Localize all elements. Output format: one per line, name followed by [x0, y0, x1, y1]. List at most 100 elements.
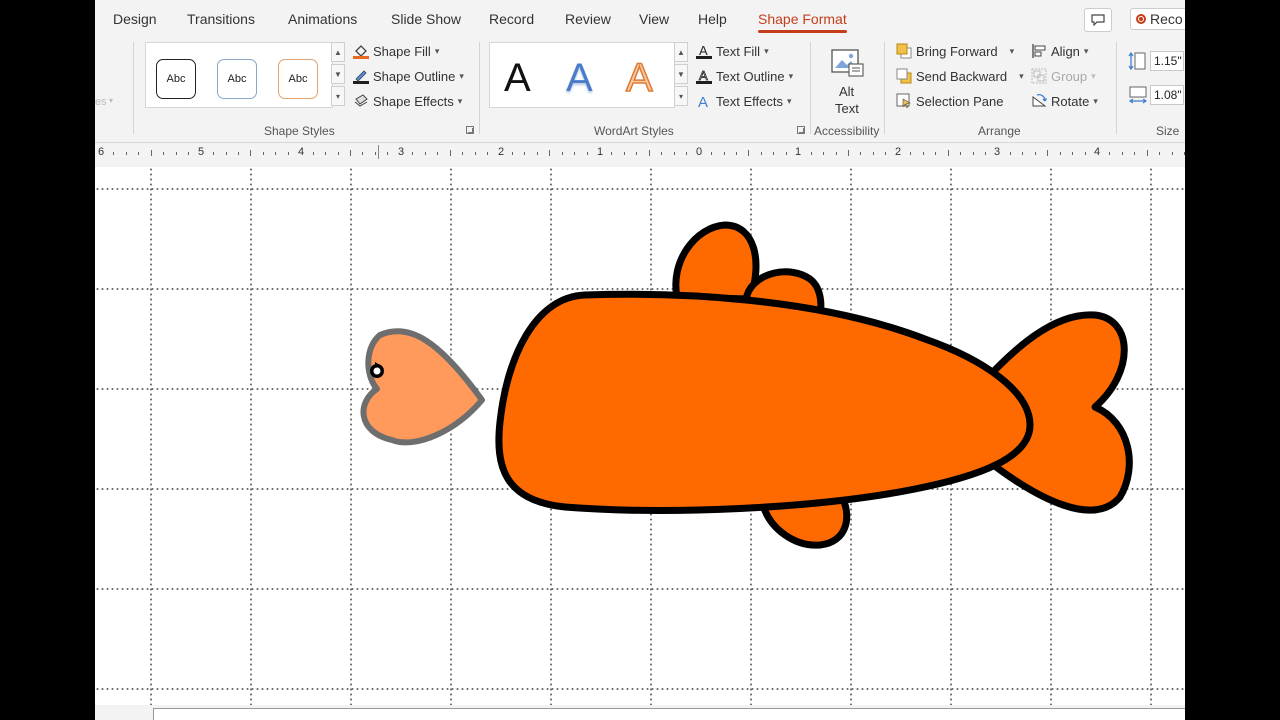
ruler-number: 2 [894, 146, 902, 158]
shape-height-input[interactable]: 1.15" [1150, 51, 1184, 71]
shape-style-preset-3[interactable]: Abc [278, 59, 318, 99]
comments-button[interactable] [1084, 8, 1112, 32]
ruler-tick [412, 151, 414, 155]
svg-text:A: A [699, 68, 708, 83]
tab-record[interactable]: Record [489, 11, 534, 27]
arrange-group-label: Arrange [978, 124, 1021, 138]
ruler-number: 1 [794, 146, 802, 158]
ruler-tick [437, 151, 439, 155]
fish-top-fin-left[interactable] [672, 221, 760, 303]
tab-help[interactable]: Help [698, 11, 727, 27]
tab-review[interactable]: Review [565, 11, 611, 27]
tab-slide-show[interactable]: Slide Show [391, 11, 461, 27]
ruler-tick [636, 151, 638, 155]
ruler-tick [1134, 151, 1136, 155]
wordart-scroll-down[interactable]: ▼ [674, 64, 688, 84]
ruler-tick [1059, 151, 1061, 155]
ruler-tick [711, 151, 713, 155]
ruler-tick [536, 151, 538, 155]
wordart-preset-1[interactable]: A [504, 56, 531, 101]
text-outline-button[interactable]: A Text Outline ▾ [696, 68, 793, 84]
ruler-tick [362, 151, 364, 155]
align-icon [1031, 43, 1047, 59]
ruler-tick [325, 151, 327, 155]
ruler-tick [1146, 150, 1148, 156]
ruler-tick [374, 151, 376, 155]
alt-text-label-line2: Text [835, 101, 859, 116]
horizontal-scrollbar[interactable] [95, 705, 1185, 720]
ruler-tick [1159, 151, 1161, 155]
ruler-tick [960, 151, 962, 155]
send-backward-icon [896, 68, 912, 84]
ruler-number: 4 [297, 146, 305, 158]
ruler-tick [574, 151, 576, 155]
gallery-scroll-up[interactable]: ▲ [331, 42, 345, 62]
slide-canvas[interactable] [95, 167, 1185, 705]
ruler-indent-marker[interactable] [378, 145, 379, 159]
ruler-tick [773, 151, 775, 155]
ruler-tick [150, 150, 152, 156]
record-button[interactable]: Reco [1130, 8, 1185, 30]
wordart-scroll-up[interactable]: ▲ [674, 42, 688, 62]
svg-text:A: A [699, 43, 708, 58]
bring-forward-button[interactable]: Bring Forward ▾ [896, 43, 1014, 59]
ruler-tick [138, 151, 140, 155]
tab-transitions[interactable]: Transitions [187, 11, 255, 27]
ruler-tick [1034, 151, 1036, 155]
gallery-more[interactable]: ▾ [331, 86, 345, 106]
ruler-tick [922, 151, 924, 155]
ruler-number: 6 [97, 146, 105, 158]
ruler-tick [810, 151, 812, 155]
gallery-scroll-down[interactable]: ▼ [331, 64, 345, 84]
wordart-more[interactable]: ▾ [674, 86, 688, 106]
ruler-tick [611, 151, 613, 155]
group-icon [1031, 68, 1047, 84]
slide-shapes [360, 221, 1133, 549]
text-effects-button[interactable]: A Text Effects ▾ [696, 93, 792, 112]
tab-animations[interactable]: Animations [288, 11, 357, 27]
group-separator [884, 42, 885, 134]
wordart-dialog-launcher[interactable] [797, 126, 805, 134]
send-backward-button[interactable]: Send Backward ▾ [896, 68, 1024, 84]
chevron-down-icon: ▾ [109, 96, 114, 105]
ruler-tick [1072, 151, 1074, 155]
ruler-number: 5 [197, 146, 205, 158]
partial-group-label: es [95, 96, 107, 108]
ruler-number: 1 [596, 146, 604, 158]
text-effects-icon: A [696, 93, 712, 111]
shape-style-preset-2[interactable]: Abc [217, 59, 257, 99]
ruler-tick [1171, 151, 1173, 155]
ruler-tick [511, 151, 513, 155]
tab-shape-format[interactable]: Shape Format [758, 11, 847, 33]
shape-effects-icon [353, 93, 369, 109]
shape-outline-button[interactable]: Shape Outline ▾ [353, 68, 464, 84]
pencil-icon [353, 68, 369, 84]
wordart-preset-3[interactable]: A [625, 55, 653, 101]
tab-view[interactable]: View [639, 11, 669, 27]
alt-text-button[interactable]: Alt Text [823, 42, 871, 120]
ruler-tick [287, 151, 289, 155]
ruler-tick [823, 151, 825, 155]
text-fill-button[interactable]: A Text Fill ▾ [696, 43, 769, 59]
shape-style-preset-1[interactable]: Abc [156, 59, 196, 99]
alt-text-icon [831, 49, 864, 77]
wordart-preset-2[interactable]: A [566, 56, 593, 101]
ribbon: es ▾ Abc Abc Abc ▲ ▼ ▾ Shape Fill ▾ Shape… [95, 38, 1185, 143]
shape-width-input[interactable]: 1.08" [1150, 85, 1184, 105]
tab-design[interactable]: Design [113, 11, 157, 27]
selected-heart-shape[interactable] [360, 328, 485, 446]
selection-pane-button[interactable]: Selection Pane [896, 93, 1003, 109]
powerpoint-window: Design Transitions Animations Slide Show… [95, 0, 1185, 720]
fish-body[interactable] [495, 290, 1034, 514]
ruler-tick [312, 151, 314, 155]
shape-effects-button[interactable]: Shape Effects ▾ [353, 93, 462, 109]
rotate-button[interactable]: Rotate ▾ [1031, 93, 1098, 109]
shape-styles-dialog-launcher[interactable] [466, 126, 474, 134]
ruler-tick [748, 150, 750, 156]
ruler-tick [910, 151, 912, 155]
align-button[interactable]: Align ▾ [1031, 43, 1088, 59]
shape-fill-button[interactable]: Shape Fill ▾ [353, 43, 439, 59]
ruler-tick [561, 151, 563, 155]
group-button[interactable]: Group ▾ [1031, 68, 1096, 84]
ruler-tick [1184, 151, 1185, 155]
